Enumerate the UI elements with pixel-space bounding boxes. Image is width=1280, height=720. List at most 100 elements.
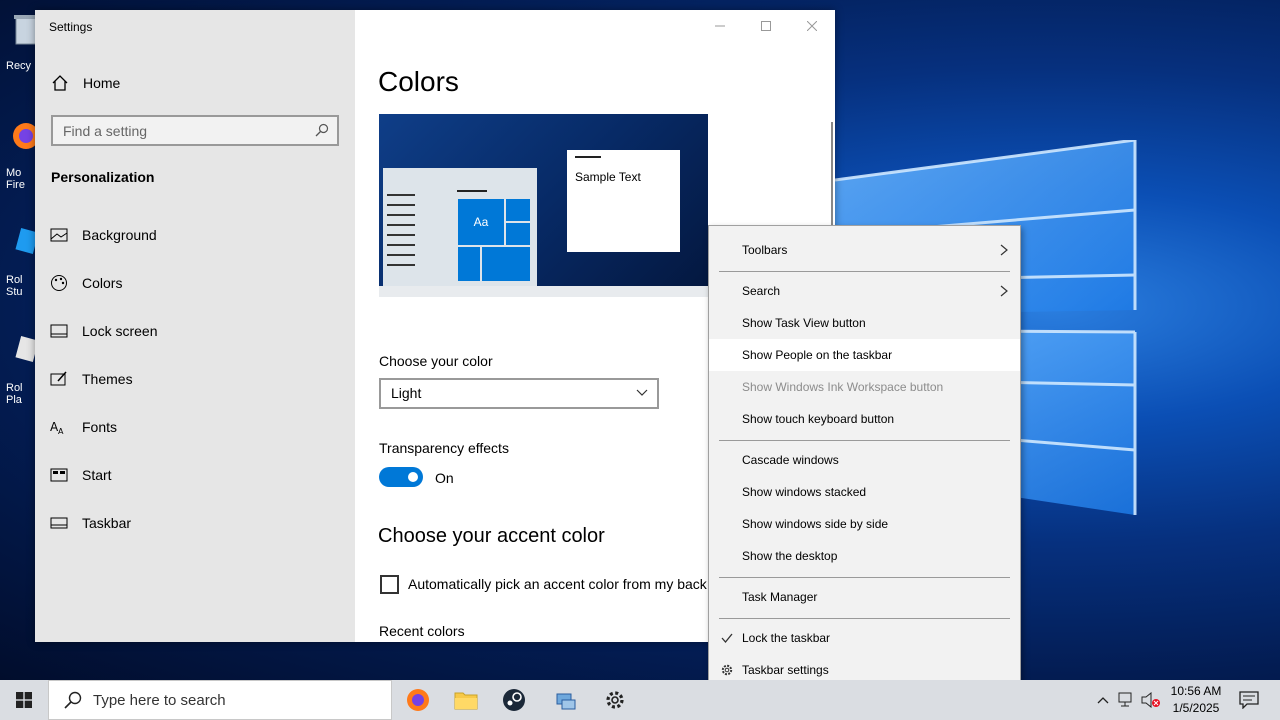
nav-item-label: Fonts [82, 419, 118, 435]
palette-icon [49, 274, 69, 292]
menu-item-label: Cascade windows [742, 453, 839, 467]
nav-item-colors[interactable]: Colors [49, 267, 349, 299]
picture-icon [49, 226, 69, 244]
desktop-icon-label: Mo Fire [6, 167, 25, 191]
find-setting-search[interactable] [51, 115, 339, 146]
start-icon [49, 466, 69, 484]
taskbar-app-network[interactable] [542, 680, 590, 720]
nav-item-label: Background [82, 227, 157, 243]
taskbar: Type here to search 10:56 AM 1/5/2025 [0, 680, 1280, 720]
menu-item-show-task-view[interactable]: Show Task View button [709, 307, 1020, 339]
show-hidden-icons[interactable] [1094, 680, 1112, 720]
taskbar-search-box[interactable]: Type here to search [48, 680, 392, 720]
network-tray[interactable] [1116, 680, 1138, 720]
menu-item-label: Toolbars [742, 243, 788, 257]
nav-item-taskbar[interactable]: Taskbar [49, 507, 349, 539]
recent-colors-label: Recent colors [379, 623, 465, 639]
action-center[interactable] [1236, 680, 1262, 720]
nav-item-label: Start [82, 467, 112, 483]
menu-item-show-windows-side-by-side[interactable]: Show windows side by side [709, 508, 1020, 540]
section-title: Personalization [51, 169, 155, 185]
gear-icon [606, 691, 624, 709]
nav-item-themes[interactable]: Themes [49, 363, 349, 395]
home-icon [52, 75, 68, 91]
start-button[interactable] [0, 680, 48, 720]
taskbar-app-settings[interactable] [591, 680, 639, 720]
nav-item-lock-screen[interactable]: Lock screen [49, 315, 349, 347]
choose-color-dropdown[interactable]: Light [379, 378, 659, 409]
scrollbar[interactable] [831, 122, 833, 242]
desktop-icon-label: Rol Stu [6, 274, 23, 298]
nav-item-label: Taskbar [82, 515, 132, 531]
volume-tray[interactable] [1140, 680, 1162, 720]
search-icon [64, 691, 82, 709]
chevron-up-icon [1097, 697, 1109, 704]
menu-item-toolbars[interactable]: Toolbars [709, 234, 1020, 266]
menu-separator [719, 271, 1010, 272]
menu-item-show-people[interactable]: Show People on the taskbar [709, 339, 1020, 371]
preview-sample-text: Sample Text [575, 170, 641, 184]
notification-icon [1239, 691, 1259, 709]
menu-item-label: Show the desktop [742, 549, 838, 563]
desktop-icon-label: Rol Pla [6, 382, 23, 406]
settings-nav-pane: Settings Home Personalization Background… [35, 10, 355, 642]
nav-item-start[interactable]: Start [49, 459, 349, 491]
taskbar-app-file-explorer[interactable] [442, 680, 490, 720]
desktop-icon-roblox-player[interactable]: Rol Pla [0, 330, 40, 410]
find-setting-input[interactable] [53, 117, 303, 144]
chevron-right-icon [1000, 285, 1008, 297]
transparency-toggle[interactable] [379, 467, 423, 487]
transparency-label: Transparency effects [379, 440, 509, 456]
menu-item-task-manager[interactable]: Task Manager [709, 581, 1020, 613]
choose-color-value: Light [391, 385, 422, 401]
nav-home[interactable]: Home [51, 72, 120, 94]
menu-item-label: Show People on the taskbar [742, 348, 893, 362]
nav-item-label: Lock screen [82, 323, 158, 339]
desktop-icon-roblox-studio[interactable]: Rol Stu [0, 222, 40, 302]
taskbar-app-steam[interactable] [490, 680, 538, 720]
themes-icon [49, 370, 69, 388]
search-icon [315, 123, 329, 137]
nav-item-fonts[interactable]: AA Fonts [49, 411, 349, 443]
nav-item-label: Themes [82, 371, 133, 387]
menu-item-cascade-windows[interactable]: Cascade windows [709, 444, 1020, 476]
desktop-icon-recycle-bin[interactable]: Recy [0, 10, 40, 90]
menu-item-show-ink-workspace: Show Windows Ink Workspace button [709, 371, 1020, 403]
menu-item-label: Task Manager [742, 590, 818, 604]
taskbar-clock[interactable]: 10:56 AM 1/5/2025 [1160, 683, 1232, 717]
menu-item-show-touch-keyboard[interactable]: Show touch keyboard button [709, 403, 1020, 435]
firefox-icon [407, 689, 429, 711]
menu-item-label: Show Windows Ink Workspace button [742, 380, 944, 394]
nav-item-label: Colors [82, 275, 123, 291]
nav-item-background[interactable]: Background [49, 219, 349, 251]
gear-icon [721, 664, 733, 676]
menu-item-label: Taskbar settings [742, 663, 829, 677]
auto-accent-label: Automatically pick an accent color from … [408, 576, 707, 592]
menu-item-show-windows-stacked[interactable]: Show windows stacked [709, 476, 1020, 508]
menu-separator [719, 618, 1010, 619]
transparency-state: On [435, 470, 454, 486]
menu-item-label: Search [742, 284, 781, 298]
preview-window: Sample Text [567, 150, 680, 252]
menu-item-lock-taskbar[interactable]: Lock the taskbar [709, 622, 1020, 654]
svg-text:A: A [58, 427, 64, 435]
taskbar-context-menu: Toolbars Search Show Task View button Sh… [708, 225, 1021, 695]
choose-color-label: Choose your color [379, 353, 493, 369]
checkmark-icon [721, 633, 733, 644]
preview-tile: Aa [457, 198, 505, 246]
chevron-down-icon [636, 389, 648, 396]
fonts-icon: AA [49, 418, 69, 436]
auto-accent-checkbox[interactable] [380, 575, 399, 594]
taskbar-app-firefox[interactable] [394, 680, 442, 720]
steam-icon [503, 689, 525, 711]
clock-date: 1/5/2025 [1172, 701, 1220, 715]
desktop-icon-firefox[interactable]: Mo Fire [0, 115, 40, 195]
menu-item-search[interactable]: Search [709, 275, 1020, 307]
menu-separator [719, 440, 1010, 441]
menu-item-show-desktop[interactable]: Show the desktop [709, 540, 1020, 572]
menu-item-label: Lock the taskbar [742, 631, 831, 645]
menu-item-label: Show Task View button [742, 316, 866, 330]
accent-heading: Choose your accent color [378, 525, 605, 547]
menu-separator [719, 577, 1010, 578]
window-title: Settings [49, 20, 93, 34]
